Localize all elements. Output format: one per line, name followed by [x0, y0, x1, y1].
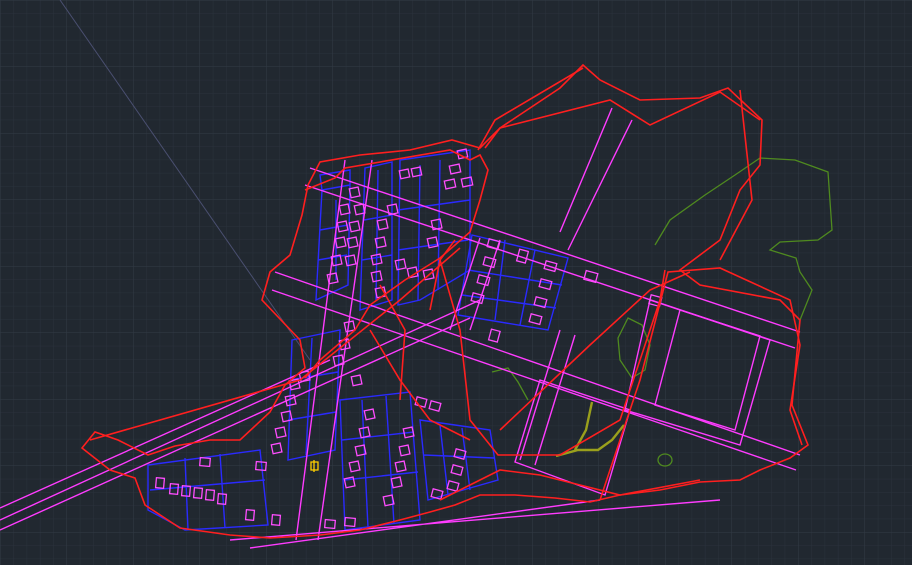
- background-grid: [0, 0, 912, 565]
- cad-model-space-viewport[interactable]: [0, 0, 912, 565]
